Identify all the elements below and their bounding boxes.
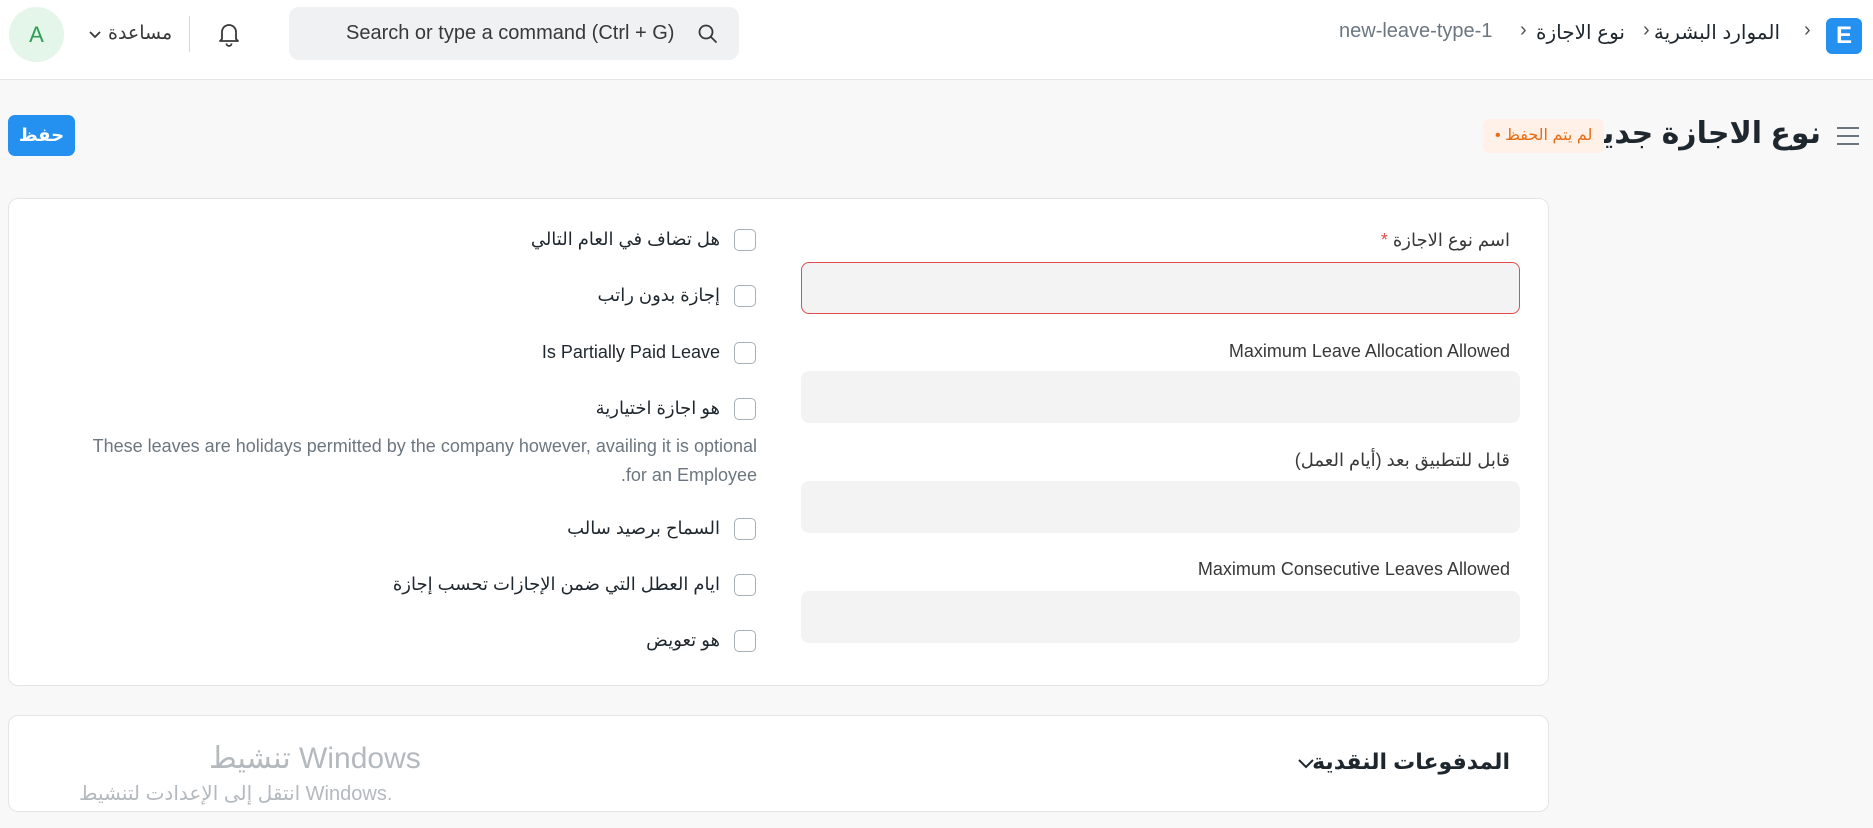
optional-leave-description: These leaves are holidays permitted by t… — [92, 436, 757, 485]
checkbox-label-allow-negative-balance: السماح برصيد سالب — [567, 518, 720, 538]
status-dot-icon: • — [1495, 127, 1501, 144]
checkbox-leave-without-pay[interactable] — [734, 285, 756, 307]
status-badge: • لم يتم الحفظ — [1483, 119, 1605, 153]
breadcrumb-chevron-icon: › — [1643, 19, 1650, 41]
checkbox-label-leave-without-pay: إجازة بدون راتب — [597, 285, 720, 305]
navbar: E › الموارد البشرية › نوع الاجازة › new-… — [0, 0, 1873, 80]
windows-activation-title: تنشيط Windows — [209, 742, 421, 775]
nav-divider — [189, 16, 190, 52]
checkbox-label-optional-leave: هو اجازة اختيارية — [595, 398, 720, 418]
checkbox-include-holidays[interactable] — [734, 574, 756, 596]
search-bar[interactable]: Search or type a command (Ctrl + G) — [289, 7, 739, 60]
search-icon — [698, 24, 717, 43]
leave-type-form-card: * اسم نوع الاجازة Maximum Leave Allocati… — [8, 198, 1549, 686]
windows-activation-subtitle: انتقل إلى الإعدادت لتنشيط Windows. — [79, 783, 393, 805]
checkbox-optional-leave[interactable] — [734, 398, 756, 420]
encashment-section-title: المدفوعات النقدية — [1312, 749, 1510, 774]
app-logo[interactable]: E — [1826, 18, 1862, 54]
checkbox-allow-negative-balance[interactable] — [734, 518, 756, 540]
checkbox-is-compensatory[interactable] — [734, 630, 756, 652]
chevron-down-icon[interactable] — [1296, 757, 1316, 771]
page-title: نوع الاجازة جديد — [1585, 117, 1821, 150]
applicable-after-input[interactable] — [801, 481, 1520, 533]
breadcrumb-hr[interactable]: الموارد البشرية — [1654, 20, 1780, 45]
avatar[interactable]: A — [9, 7, 64, 62]
help-label: مساعدة — [108, 23, 173, 44]
field-label-max-allocation: Maximum Leave Allocation Allowed — [1228, 341, 1510, 361]
search-input[interactable]: Search or type a command (Ctrl + G) — [346, 22, 674, 45]
checkbox-carry-forward[interactable] — [734, 229, 756, 251]
breadcrumb-chevron-icon: › — [1520, 19, 1527, 41]
checkbox-label-is-compensatory: هو تعويض — [646, 630, 720, 650]
save-button[interactable]: حفظ — [8, 115, 75, 156]
field-label-max-consecutive: Maximum Consecutive Leaves Allowed — [1197, 559, 1510, 579]
field-label-applicable-after: قابل للتطبيق بعد (أيام العمل) — [1294, 450, 1510, 470]
checkbox-label-carry-forward: هل تضاف في العام التالي — [530, 229, 720, 249]
breadcrumb-leave-type[interactable]: نوع الاجازة — [1536, 20, 1625, 45]
checkbox-label-include-holidays: ايام العطل التي ضمن الإجازات تحسب إجازة — [392, 574, 720, 594]
notification-bell-icon[interactable] — [215, 20, 243, 48]
max-leave-allocation-input[interactable] — [801, 371, 1520, 423]
max-consecutive-leaves-input[interactable] — [801, 591, 1520, 643]
checkbox-label-partially-paid: Is Partially Paid Leave — [541, 342, 720, 362]
sidebar-toggle-icon[interactable] — [1836, 126, 1860, 146]
field-label-leave-type-name: * اسم نوع الاجازة — [1380, 230, 1510, 250]
chevron-down-icon — [89, 31, 101, 39]
breadcrumb-chevron-icon: › — [1804, 19, 1811, 41]
breadcrumb-current-doc: new-leave-type-1 — [1339, 20, 1493, 42]
leave-type-name-input[interactable] — [801, 262, 1520, 314]
status-badge-label: لم يتم الحفظ — [1505, 127, 1593, 144]
checkbox-partially-paid[interactable] — [734, 342, 756, 364]
